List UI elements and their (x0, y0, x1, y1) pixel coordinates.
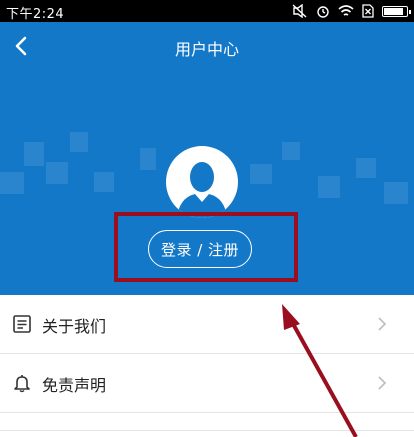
wifi-icon (338, 4, 354, 16)
profile-header: 用户中心 登录 / 注册 (0, 22, 414, 295)
menu-item-label: 关于我们 (42, 317, 107, 336)
decorative-pixel (0, 172, 24, 194)
status-icons (292, 3, 411, 19)
no-sim-icon (362, 4, 374, 18)
divider (0, 430, 414, 431)
decorative-pixel (384, 182, 408, 204)
status-bar: 下午2:24 (0, 0, 414, 22)
battery-fill (384, 7, 403, 15)
page-title: 用户中心 (174, 40, 239, 59)
decorative-pixel (46, 162, 68, 184)
menu-item-disclaimer[interactable]: 免责声明 (0, 354, 414, 413)
user-silhouette-icon (177, 162, 227, 218)
decorative-pixel (250, 164, 272, 184)
chevron-right-icon (378, 317, 387, 331)
login-register-button[interactable]: 登录 / 注册 (148, 230, 252, 268)
decorative-pixel (356, 158, 376, 178)
menu-item-label: 免责声明 (42, 376, 107, 395)
bell-icon (14, 375, 30, 393)
document-list-icon (13, 315, 31, 333)
decorative-pixel (282, 142, 300, 160)
alarm-icon (317, 6, 329, 18)
decorative-pixel (70, 132, 88, 152)
menu-item-about-us[interactable]: 关于我们 (0, 295, 414, 354)
decorative-pixel (140, 148, 156, 170)
decorative-pixel (24, 142, 44, 166)
decorative-pixel (94, 172, 114, 192)
decorative-pixel (318, 176, 340, 198)
menu-list: 关于我们 免责声明 (0, 295, 414, 413)
status-time: 下午2:24 (6, 7, 65, 22)
battery-icon (382, 5, 411, 17)
mute-icon (292, 4, 307, 18)
chevron-right-icon (378, 376, 387, 390)
avatar[interactable] (166, 146, 238, 218)
